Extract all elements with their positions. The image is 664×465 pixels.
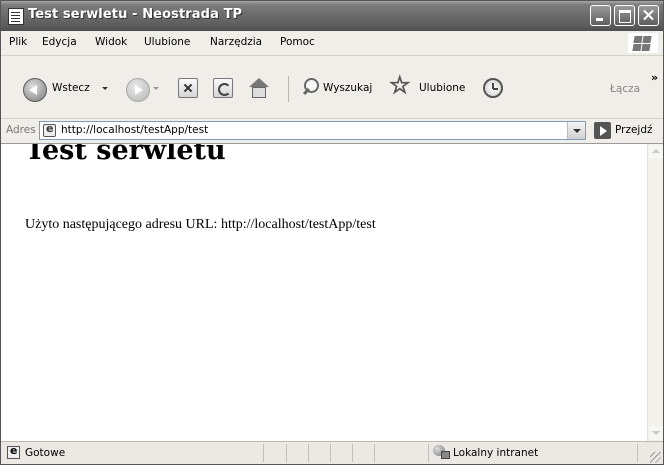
security-zone-text: Lokalny intranet bbox=[453, 447, 539, 459]
status-bar: Gotowe Lokalny intranet bbox=[1, 441, 663, 464]
go-arrow-icon[interactable] bbox=[594, 122, 611, 139]
page-content: Test serwletu Użyto następującego adresu… bbox=[1, 144, 647, 441]
chevron-more-icon[interactable]: » bbox=[651, 71, 658, 84]
forward-dropdown-icon[interactable] bbox=[153, 87, 159, 90]
status-divider bbox=[374, 444, 375, 462]
back-button[interactable]: Wstecz bbox=[52, 82, 90, 94]
intranet-zone-icon bbox=[433, 445, 450, 460]
status-divider bbox=[286, 444, 287, 462]
go-button[interactable]: Przejdź bbox=[594, 121, 662, 140]
status-text: Gotowe bbox=[25, 447, 66, 459]
status-divider bbox=[352, 444, 353, 462]
home-icon[interactable] bbox=[249, 78, 269, 98]
menu-pomoc[interactable]: Pomoc bbox=[280, 36, 315, 48]
toolbar: Wstecz Wyszukaj ☆ Ulubione » Łącza bbox=[1, 56, 663, 119]
status-divider bbox=[330, 444, 331, 462]
scroll-up-icon[interactable] bbox=[649, 145, 663, 159]
ie-page-icon bbox=[43, 122, 56, 137]
scroll-down-icon[interactable] bbox=[649, 426, 663, 440]
history-icon[interactable] bbox=[483, 78, 503, 98]
status-divider bbox=[308, 444, 309, 462]
ie-status-icon bbox=[7, 444, 20, 459]
back-dropdown-icon[interactable] bbox=[102, 87, 108, 90]
menu-widok[interactable]: Widok bbox=[95, 36, 127, 48]
maximize-button[interactable] bbox=[614, 5, 635, 26]
favorites-star-icon[interactable]: ☆ bbox=[389, 73, 411, 98]
back-arrow-icon[interactable] bbox=[23, 78, 47, 102]
page-icon bbox=[8, 8, 24, 25]
page-heading: Test serwletu bbox=[25, 144, 226, 166]
title-bar[interactable]: Test serwletu - Neostrada TP bbox=[1, 1, 663, 31]
menu-ulubione[interactable]: Ulubione bbox=[144, 36, 190, 48]
search-button[interactable]: Wyszukaj bbox=[323, 82, 372, 94]
menu-bar: Plik Edycja Widok Ulubione Narzędzia Pom… bbox=[1, 31, 663, 56]
forward-arrow-icon[interactable] bbox=[126, 78, 150, 102]
search-icon[interactable] bbox=[302, 78, 319, 95]
address-bar: Adres http://localhost/testApp/test Prze… bbox=[1, 119, 663, 144]
window-title: Test serwletu - Neostrada TP bbox=[28, 7, 243, 22]
windows-logo-icon bbox=[628, 33, 658, 53]
browser-window: Test serwletu - Neostrada TP Plik Edycja… bbox=[0, 0, 664, 465]
go-label[interactable]: Przejdź bbox=[615, 124, 653, 136]
close-button[interactable] bbox=[638, 5, 659, 26]
address-input[interactable]: http://localhost/testApp/test bbox=[39, 121, 586, 140]
menu-narzedzia[interactable]: Narzędzia bbox=[210, 36, 262, 48]
address-dropdown-icon[interactable] bbox=[567, 122, 585, 139]
address-label: Adres bbox=[6, 124, 36, 136]
status-divider bbox=[637, 444, 638, 462]
toolbar-separator bbox=[288, 76, 289, 102]
status-divider bbox=[428, 444, 429, 462]
menu-edycja[interactable]: Edycja bbox=[42, 36, 77, 48]
stop-icon[interactable] bbox=[178, 78, 198, 98]
minimize-button[interactable] bbox=[590, 5, 611, 26]
status-divider bbox=[263, 444, 264, 462]
links-button[interactable]: Łącza bbox=[610, 83, 640, 95]
menu-plik[interactable]: Plik bbox=[9, 36, 27, 48]
resize-grip-icon[interactable] bbox=[650, 452, 661, 463]
page-text: Użyto następującego adresu URL: http://l… bbox=[25, 217, 376, 232]
vertical-scrollbar[interactable] bbox=[647, 144, 663, 441]
refresh-icon[interactable] bbox=[213, 78, 233, 98]
address-url[interactable]: http://localhost/testApp/test bbox=[61, 124, 208, 136]
favorites-button[interactable]: Ulubione bbox=[419, 82, 465, 94]
